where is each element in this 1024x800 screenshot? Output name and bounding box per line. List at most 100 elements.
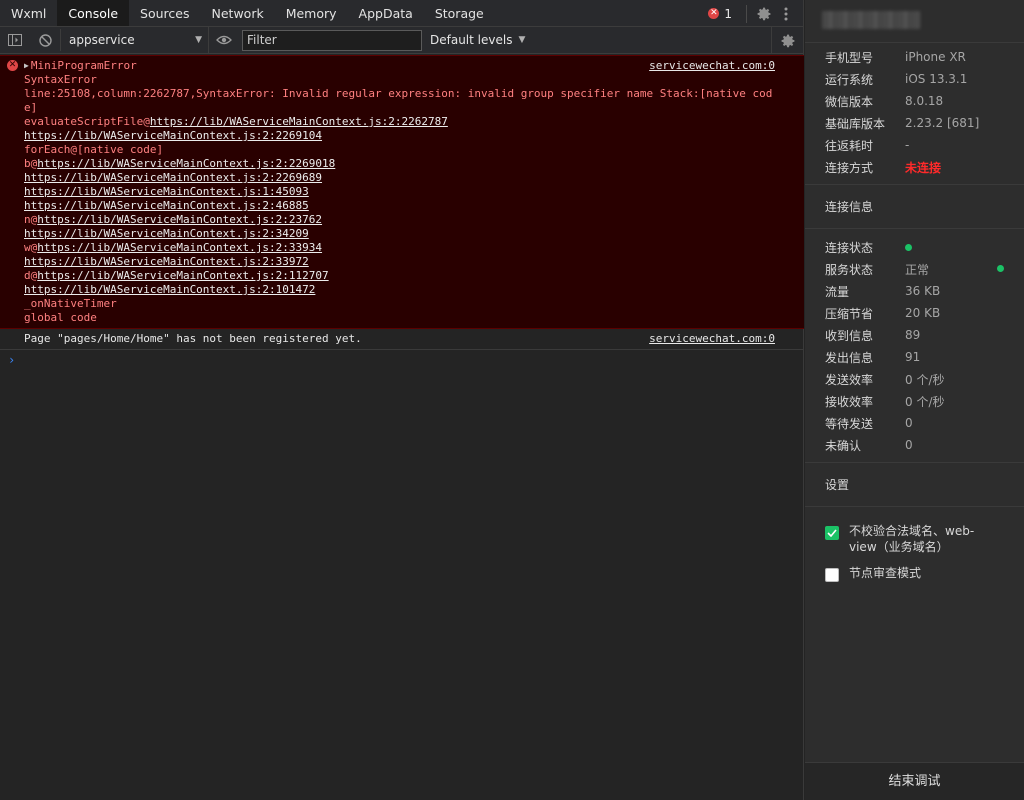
info-key: 微信版本	[825, 94, 874, 109]
console-settings-gear-icon[interactable]	[771, 27, 803, 54]
info-key: 发送效率	[825, 372, 874, 387]
info-row: 基础库版本 2.23.2 [681]	[805, 112, 1024, 134]
setting-skip-domain-check[interactable]: 不校验合法域名、web-view（业务域名）	[805, 523, 1024, 555]
status-indicator-dot	[905, 243, 912, 251]
connection-info-title: 连接信息	[805, 185, 1024, 229]
expand-triangle-icon[interactable]: ▶	[24, 59, 29, 73]
console-prompt-input[interactable]: ›	[0, 350, 804, 368]
stack-link[interactable]: https://lib/WAServiceMainContext.js:2:22…	[24, 129, 322, 142]
info-value: 20 KB	[905, 306, 941, 320]
stack-line: https://lib/WAServiceMainContext.js:2:46…	[24, 199, 774, 213]
info-row: 运行系统 iOS 13.3.1	[805, 68, 1024, 90]
stack-line: n@https://lib/WAServiceMainContext.js:2:…	[24, 213, 774, 227]
log-levels-dropdown[interactable]: Default levels ▼	[430, 33, 525, 47]
tab-storage[interactable]: Storage	[424, 0, 495, 26]
info-value: 正常	[905, 262, 930, 277]
stack-line: b@https://lib/WAServiceMainContext.js:2:…	[24, 157, 774, 171]
stack-link[interactable]: https://lib/WAServiceMainContext.js:2:11…	[37, 269, 328, 282]
clear-console-icon[interactable]	[30, 27, 60, 54]
stack-link[interactable]: https://lib/WAServiceMainContext.js:2:23…	[37, 213, 322, 226]
info-key: 等待发送	[825, 416, 874, 431]
stack-link[interactable]: https://lib/WAServiceMainContext.js:2:34…	[24, 227, 309, 240]
stack-link[interactable]: https://lib/WAServiceMainContext.js:2:10…	[24, 283, 315, 296]
info-row: 连接状态	[805, 236, 1024, 258]
error-title-text: MiniProgramError	[30, 59, 137, 72]
info-key: 发出信息	[825, 350, 874, 365]
chevron-down-icon: ▼	[518, 35, 526, 45]
info-value: 0 个/秒	[905, 372, 945, 387]
devtools-tabbar: Wxml Console Sources Network Memory AppD…	[0, 0, 803, 27]
stack-link[interactable]: https://lib/WAServiceMainContext.js:2:22…	[37, 157, 335, 170]
info-key: 流量	[825, 284, 850, 299]
error-icon: ✕	[708, 8, 720, 19]
info-key: 连接方式	[825, 160, 874, 175]
tab-wxml[interactable]: Wxml	[0, 0, 57, 26]
end-debug-button[interactable]: 结束调试	[805, 762, 1024, 800]
live-expression-eye-icon[interactable]	[208, 26, 238, 54]
info-key: 服务状态	[825, 262, 874, 277]
error-counter[interactable]: ✕ 1	[704, 0, 740, 27]
info-key: 收到信息	[825, 328, 874, 343]
tab-memory[interactable]: Memory	[275, 0, 348, 26]
tab-network[interactable]: Network	[201, 0, 275, 26]
filter-input[interactable]	[242, 29, 422, 51]
info-row: 发出信息 91	[805, 346, 1024, 368]
stack-link[interactable]: https://lib/WAServiceMainContext.js:2:33…	[24, 255, 309, 268]
sidebar-toggle-icon[interactable]	[0, 27, 30, 54]
stack-line: d@https://lib/WAServiceMainContext.js:2:…	[24, 269, 774, 283]
stack-line: _onNativeTimer	[24, 297, 117, 310]
info-key: 未确认	[825, 438, 862, 453]
setting-node-inspect-mode[interactable]: 节点审查模式	[805, 565, 1024, 582]
tab-appdata[interactable]: AppData	[348, 0, 424, 26]
setting-label: 不校验合法域名、web-view（业务域名）	[849, 524, 975, 554]
panel-header	[805, 0, 1024, 43]
tab-sources[interactable]: Sources	[129, 0, 200, 26]
log-source-link[interactable]: servicewechat.com:0	[649, 332, 775, 346]
info-row: 流量 36 KB	[805, 280, 1024, 302]
info-row: 压缩节省 20 KB	[805, 302, 1024, 324]
stack-line: w@https://lib/WAServiceMainContext.js:2:…	[24, 241, 774, 255]
info-key: 连接状态	[825, 240, 874, 255]
settings-gear-icon[interactable]	[753, 0, 775, 27]
info-row: 等待发送 0	[805, 412, 1024, 434]
stack-link[interactable]: https://lib/WAServiceMainContext.js:1:45…	[24, 185, 309, 198]
tabbar-actions: ✕ 1	[704, 0, 797, 27]
error-source-link[interactable]: servicewechat.com:0	[649, 59, 775, 73]
info-key: 接收效率	[825, 394, 874, 409]
info-row: 收到信息 89	[805, 324, 1024, 346]
info-value: 0	[905, 416, 913, 430]
checkbox-unchecked[interactable]	[825, 568, 839, 582]
divider	[746, 4, 747, 23]
info-value: iPhone XR	[905, 50, 966, 64]
stack-link[interactable]: https://lib/WAServiceMainContext.js:2:33…	[37, 241, 322, 254]
stack-line: https://lib/WAServiceMainContext.js:2:22…	[24, 171, 774, 185]
more-options-icon[interactable]	[775, 0, 797, 27]
error-count: 1	[724, 6, 732, 21]
stack-link[interactable]: https://lib/WAServiceMainContext.js:2:22…	[150, 115, 448, 128]
console-error-message[interactable]: ✕ servicewechat.com:0 ▶ MiniProgramError …	[0, 55, 804, 329]
checkbox-checked[interactable]	[825, 526, 839, 540]
context-selector[interactable]: appservice ▼	[60, 29, 208, 51]
info-value: 89	[905, 328, 921, 342]
stack-link[interactable]: https://lib/WAServiceMainContext.js:2:22…	[24, 171, 322, 184]
info-value: 36 KB	[905, 284, 941, 298]
stack-line: evaluateScriptFile@https://lib/WAService…	[24, 115, 774, 129]
info-value: 8.0.18	[905, 94, 944, 108]
devtools-pane: Wxml Console Sources Network Memory AppD…	[0, 0, 804, 800]
info-key: 运行系统	[825, 72, 874, 87]
console-log-message[interactable]: servicewechat.com:0 Page "pages/Home/Hom…	[0, 329, 804, 350]
chevron-down-icon: ▼	[195, 35, 202, 45]
tab-console[interactable]: Console	[57, 0, 130, 26]
info-row: 往返耗时 -	[805, 134, 1024, 156]
stack-fn: evaluateScriptFile@	[24, 115, 150, 128]
setting-label: 节点审查模式	[849, 566, 922, 580]
info-value: iOS 13.3.1	[905, 72, 968, 86]
info-value: 0 个/秒	[905, 394, 945, 409]
info-row: 连接方式 未连接	[805, 156, 1024, 178]
settings-list: 不校验合法域名、web-view（业务域名） 节点审查模式	[805, 507, 1024, 582]
console-output: ✕ servicewechat.com:0 ▶ MiniProgramError …	[0, 55, 804, 800]
stack-link[interactable]: https://lib/WAServiceMainContext.js:2:46…	[24, 199, 309, 212]
info-key: 压缩节省	[825, 306, 874, 321]
info-key: 往返耗时	[825, 138, 874, 153]
context-label: appservice	[69, 33, 135, 47]
